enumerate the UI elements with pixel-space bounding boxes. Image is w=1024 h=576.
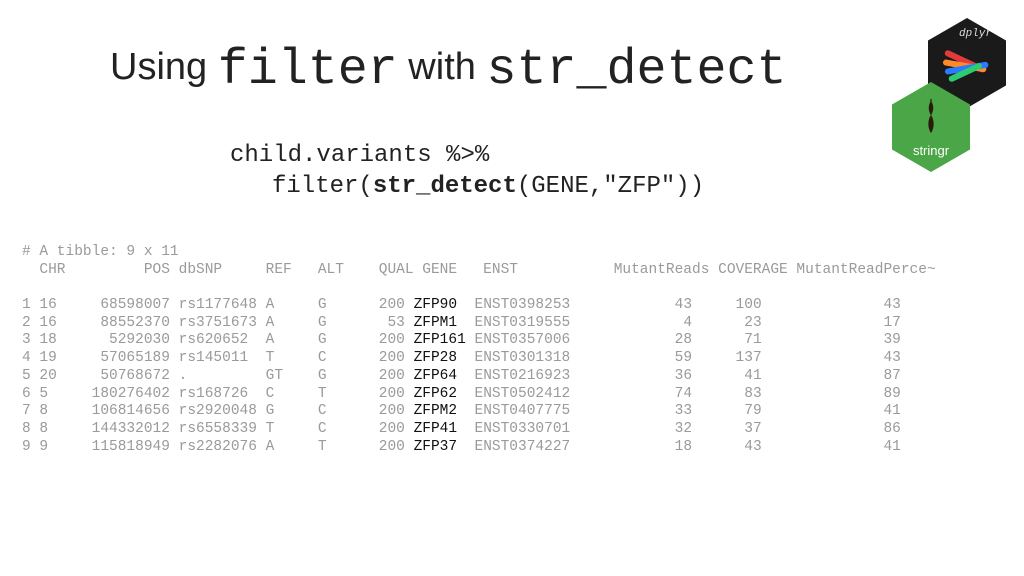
slide-title: Using filter with str_detect [110,42,787,99]
code-line-1: child.variants %>% [230,140,704,171]
title-pre: Using [110,46,218,88]
code-line-2: filter(str_detect(GENE,"ZFP")) [230,171,704,202]
stringr-label: stringr [913,143,949,158]
tibble-output: # A tibble: 9 x 11 CHR POS dbSNP REF ALT… [22,244,936,456]
code-example: child.variants %>% filter(str_detect(GEN… [230,140,704,202]
dplyr-label: dplyr [959,28,992,40]
hex-sticker-group: dplyr stringr [880,18,1010,188]
title-kw-filter: filter [218,42,398,99]
violin-icon [920,99,942,139]
title-mid: with [398,46,487,88]
title-kw-strdetect: str_detect [486,42,786,99]
pliers-icon [939,41,995,85]
